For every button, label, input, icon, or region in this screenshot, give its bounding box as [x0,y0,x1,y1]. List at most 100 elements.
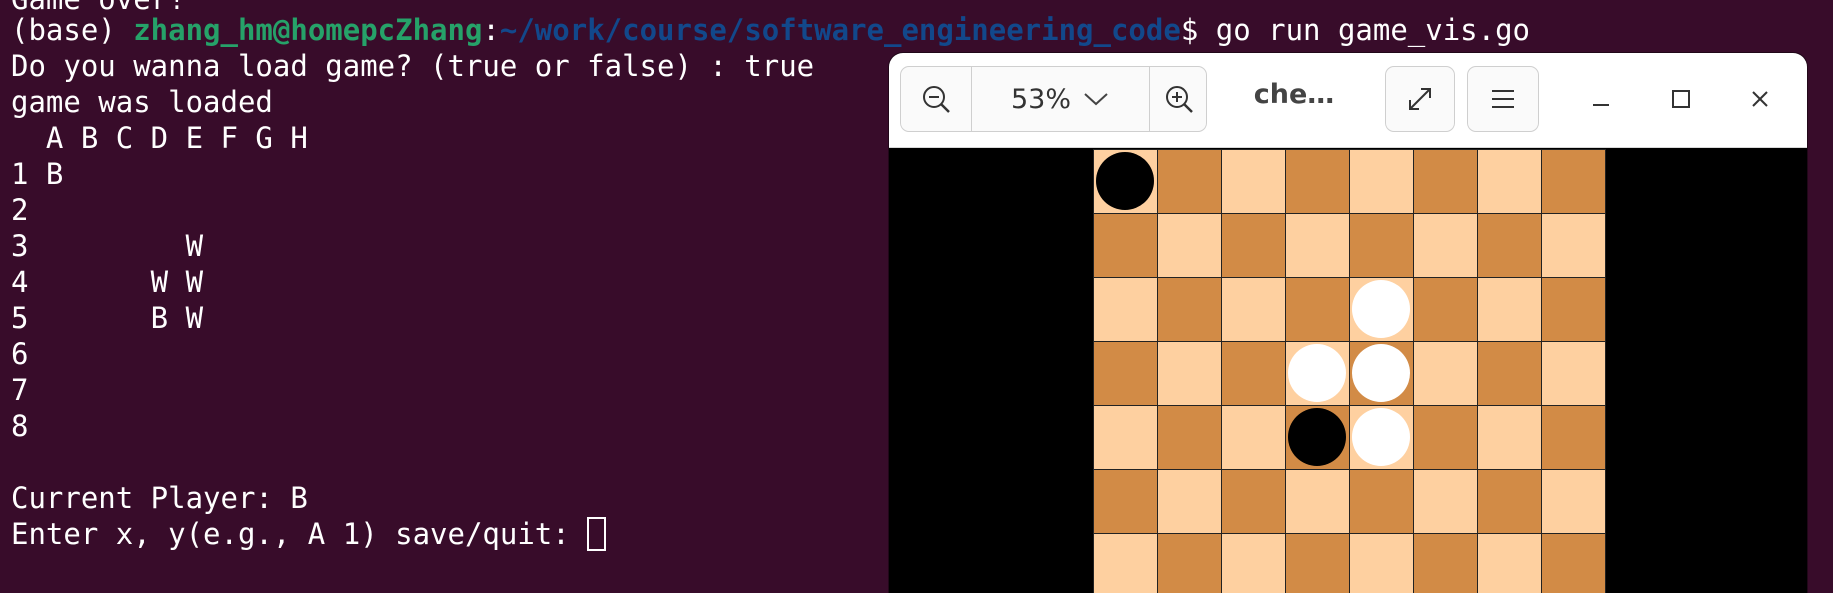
close-icon [1752,91,1768,107]
board-square [1413,405,1478,470]
terminal-board-row: 3 W [11,229,204,263]
board-square [1157,341,1222,406]
board-square [1413,149,1478,214]
board-square [1477,213,1542,278]
terminal-current-player: Current Player: B [11,481,308,515]
board-square [1285,469,1350,534]
terminal-prompt-line: (base) zhang_hm@homepcZhang:~/work/cours… [11,12,1530,48]
board-square [1413,213,1478,278]
maximize-button[interactable] [1655,73,1707,125]
board-square [1221,277,1286,342]
board-square [1285,533,1350,593]
prompt-colon: : [482,13,500,47]
zoom-level-value: 53% [1010,83,1071,115]
board-square [1477,469,1542,534]
board-square [1221,341,1286,406]
board-square [1093,405,1158,470]
board-square [1285,149,1350,214]
prompt-path: ~/work/course/software_engineering_code [499,13,1181,47]
prompt-command: go run game_vis.go [1215,13,1531,47]
terminal-board-row: 4 W W [11,265,204,299]
chevron-down-icon [1084,93,1108,106]
hamburger-menu-icon [1492,90,1514,108]
board-square [1541,213,1606,278]
main-menu-button[interactable] [1467,66,1539,132]
terminal-board-header: A B C D E F G H [11,121,308,155]
board-square [1093,469,1158,534]
board-square [1477,533,1542,593]
board-square [1413,341,1478,406]
board-square [1157,405,1222,470]
terminal-cursor[interactable] [587,517,607,551]
terminal-board-row: 8 [11,409,29,443]
board-square [1349,213,1414,278]
zoom-level-dropdown[interactable]: 53% [971,67,1149,131]
viewer-headerbar: 53% che… [889,53,1807,148]
board-square [1285,277,1350,342]
white-piece [1352,408,1410,466]
white-piece [1352,344,1410,402]
fullscreen-icon [1409,88,1431,110]
prompt-dollar: $ [1180,13,1216,47]
board-square [1157,533,1222,593]
terminal-input-prompt: Enter x, y(e.g., A 1) save/quit: [11,517,588,551]
white-piece [1352,280,1410,338]
zoom-out-button[interactable] [901,67,972,131]
board-square [1541,341,1606,406]
maximize-icon [1672,90,1690,108]
board-square [1477,149,1542,214]
zoom-control-group: 53% [900,66,1207,132]
minimize-button[interactable] [1575,73,1627,125]
game-board-image [1093,149,1606,593]
board-square [1093,213,1158,278]
fullscreen-button[interactable] [1385,66,1455,132]
board-square [1221,405,1286,470]
board-square [1349,469,1414,534]
board-square [1157,469,1222,534]
zoom-in-button[interactable] [1149,67,1208,131]
zoom-out-icon [923,86,950,113]
board-square [1541,277,1606,342]
board-square [1349,533,1414,593]
board-square [1541,533,1606,593]
viewer-title: che… [1253,79,1335,110]
terminal-board-row: 6 [11,337,29,371]
board-square [1221,213,1286,278]
terminal-loaded-msg: game was loaded [11,85,273,119]
board-square [1477,277,1542,342]
prompt-user: zhang_hm@homepcZhang [133,13,483,47]
board-square [1221,533,1286,593]
board-square [1157,213,1222,278]
minimize-icon [1593,104,1609,106]
board-square [1093,341,1158,406]
image-canvas[interactable] [889,148,1807,593]
image-viewer-window: 53% che… [889,53,1807,593]
board-square [1221,469,1286,534]
white-piece [1288,344,1346,402]
board-square [1541,405,1606,470]
terminal-input-line[interactable]: Enter x, y(e.g., A 1) save/quit: [11,516,607,552]
terminal-board-row: 7 [11,373,29,407]
board-square [1221,149,1286,214]
close-button[interactable] [1734,73,1786,125]
board-square [1477,405,1542,470]
black-piece [1096,152,1154,210]
board-square [1285,213,1350,278]
board-square [1093,533,1158,593]
board-square [1413,277,1478,342]
terminal-board-row: 2 [11,193,29,227]
black-piece [1288,408,1346,466]
board-square [1541,469,1606,534]
board-square [1349,149,1414,214]
board-square [1477,341,1542,406]
terminal-board-row: 1 B [11,157,64,191]
board-square [1157,277,1222,342]
terminal-load-question: Do you wanna load game? (true or false) … [11,49,815,83]
board-square [1157,149,1222,214]
board-square [1093,277,1158,342]
board-square [1541,149,1606,214]
board-square [1413,469,1478,534]
zoom-in-icon [1166,86,1193,113]
prompt-env: (base) [11,13,134,47]
board-square [1413,533,1478,593]
